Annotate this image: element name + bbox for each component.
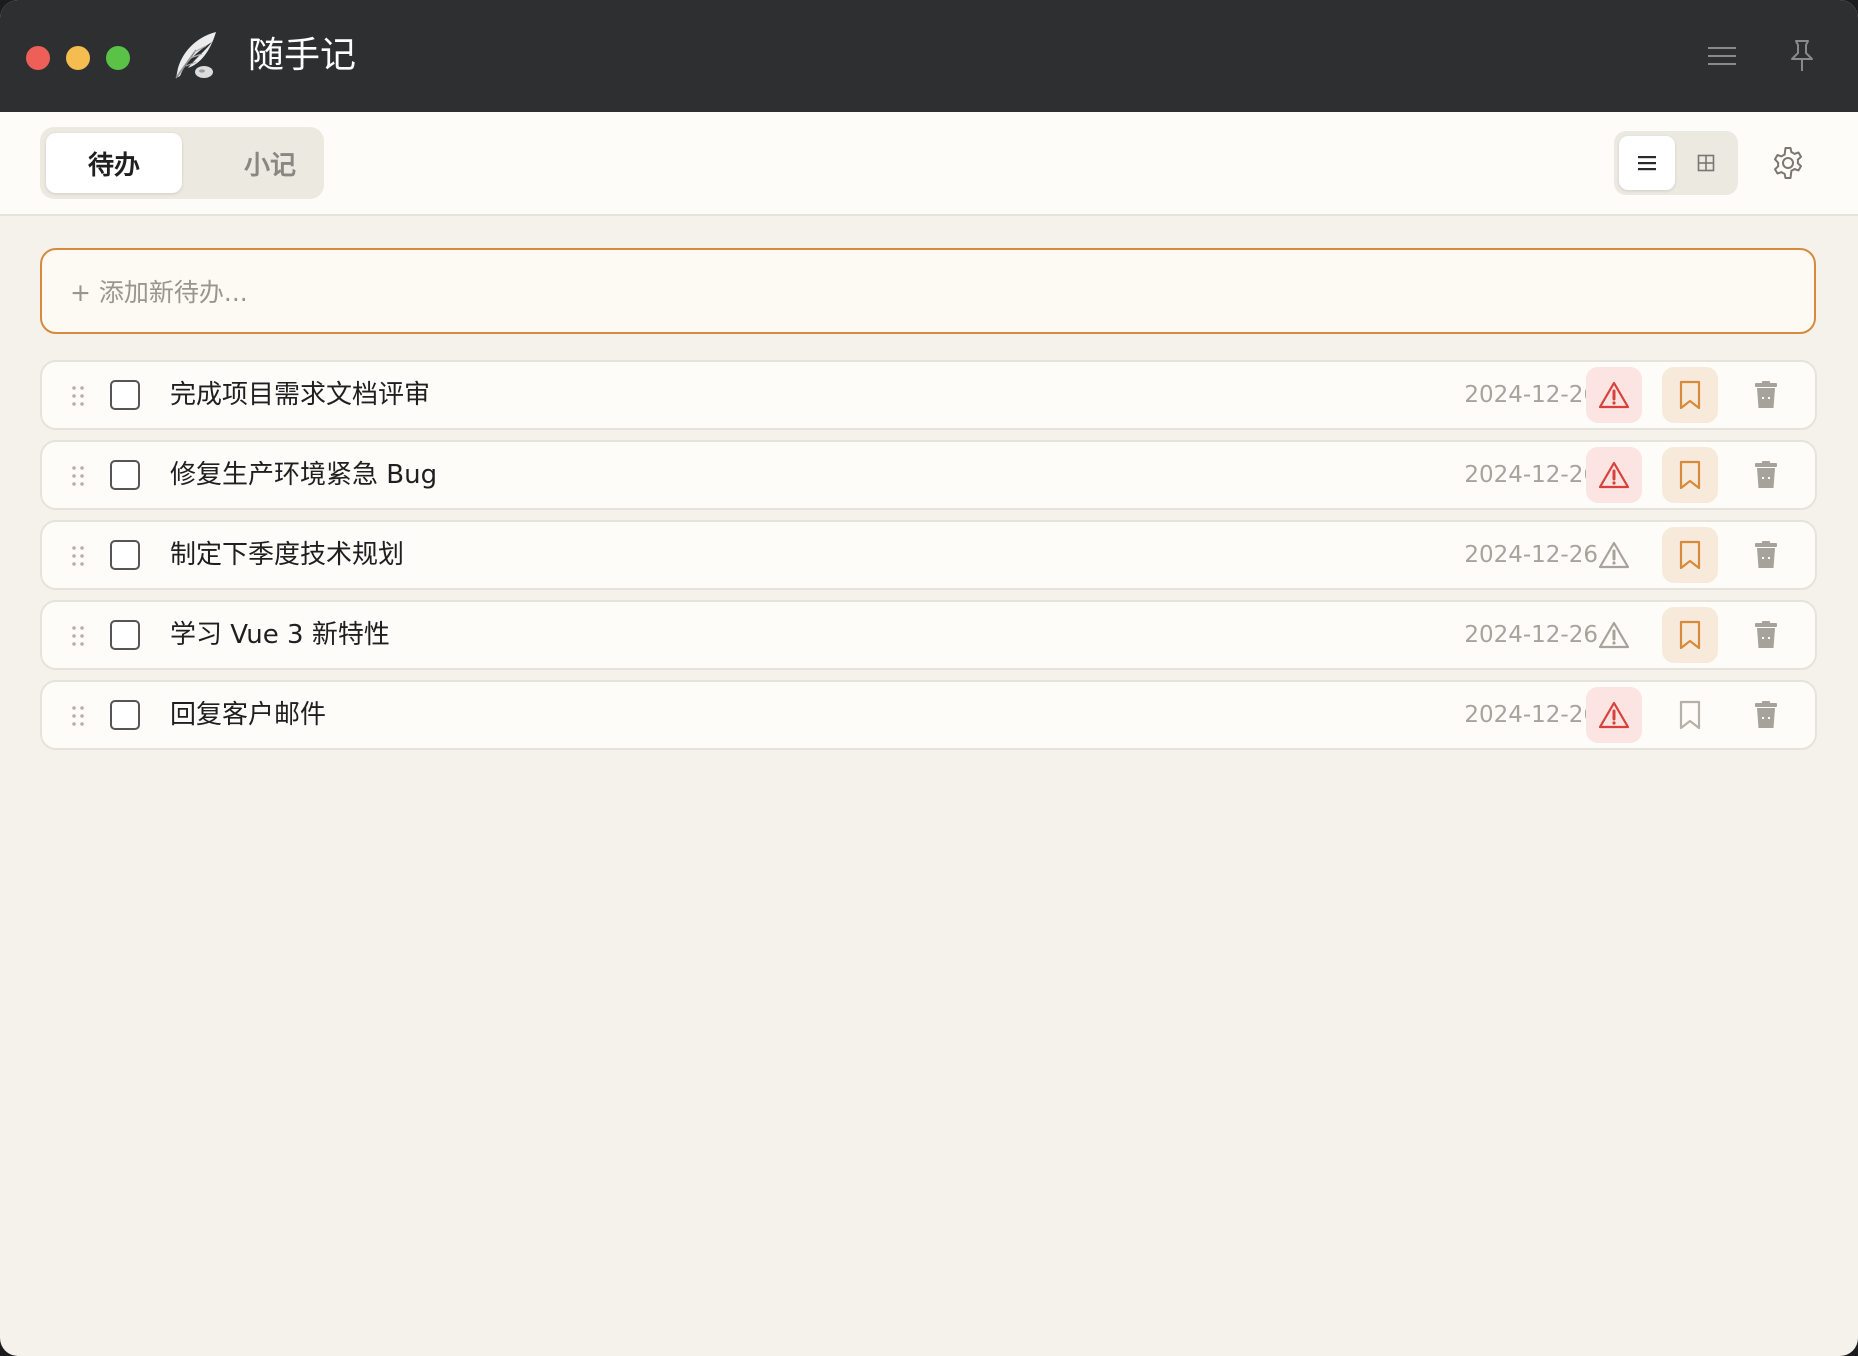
tab-notes[interactable]: 小记: [222, 133, 318, 193]
todo-date: 2024-12-26: [1464, 462, 1598, 488]
bookmark-icon: [1679, 460, 1701, 490]
todo-text: 学习 Vue 3 新特性: [170, 620, 390, 650]
toggle-bookmark-button[interactable]: [1662, 687, 1718, 743]
title-bar: 随手记: [0, 0, 1858, 113]
list-view-button[interactable]: [1619, 136, 1675, 190]
todo-text: 完成项目需求文档评审: [170, 380, 431, 410]
list-icon: [1638, 156, 1656, 171]
drag-handle-icon[interactable]: [68, 544, 88, 568]
zoom-window-button[interactable]: [106, 46, 130, 70]
todo-text: 制定下季度技术规划: [170, 540, 405, 570]
mode-segmented-control: 待办 小记: [40, 127, 324, 199]
todo-row: 完成项目需求文档评审 2024-12-26: [40, 360, 1817, 430]
add-todo-input[interactable]: [68, 250, 1792, 334]
todo-text: 修复生产环境紧急 Bug: [170, 460, 438, 490]
delete-todo-button[interactable]: [1738, 687, 1794, 743]
todo-row: 制定下季度技术规划 2024-12-26: [40, 520, 1817, 590]
delete-todo-button[interactable]: [1738, 447, 1794, 503]
drag-handle-icon[interactable]: [68, 704, 88, 728]
toolbar: 待办 小记: [0, 112, 1858, 216]
todo-row: 回复客户邮件 2024-12-26: [40, 680, 1817, 750]
warning-icon: [1598, 461, 1630, 489]
view-toggle: [1614, 131, 1738, 195]
toggle-urgent-button[interactable]: [1586, 687, 1642, 743]
todo-checkbox[interactable]: [110, 460, 140, 490]
settings-button[interactable]: [1764, 139, 1812, 187]
trash-icon: [1755, 621, 1777, 648]
app-title: 随手记: [248, 35, 357, 76]
drag-handle-icon[interactable]: [68, 624, 88, 648]
bookmark-icon: [1679, 620, 1701, 650]
trash-icon: [1755, 541, 1777, 568]
warning-icon: [1598, 621, 1630, 649]
drag-handle-icon[interactable]: [68, 384, 88, 408]
todo-checkbox[interactable]: [110, 380, 140, 410]
delete-todo-button[interactable]: [1738, 607, 1794, 663]
warning-icon: [1598, 541, 1630, 569]
toggle-urgent-button[interactable]: [1586, 607, 1642, 663]
toggle-bookmark-button[interactable]: [1662, 367, 1718, 423]
toggle-urgent-button[interactable]: [1586, 527, 1642, 583]
hamburger-menu-icon: [1708, 47, 1736, 65]
menu-button[interactable]: [1700, 34, 1744, 78]
todo-checkbox[interactable]: [110, 700, 140, 730]
toggle-urgent-button[interactable]: [1586, 447, 1642, 503]
todo-row: 修复生产环境紧急 Bug 2024-12-26: [40, 440, 1817, 510]
app-window: 随手记 待办 小记 + 添加新待办... 完成项目需求文档评审 2024-12-…: [0, 0, 1858, 1356]
todo-text: 回复客户邮件: [170, 700, 327, 730]
bookmark-icon: [1679, 700, 1701, 730]
trash-icon: [1755, 701, 1777, 728]
todo-list: 完成项目需求文档评审 2024-12-26 修复生产环境紧急 Bug 2024-…: [40, 360, 1817, 760]
close-window-button[interactable]: [26, 46, 50, 70]
delete-todo-button[interactable]: [1738, 367, 1794, 423]
pin-window-button[interactable]: [1780, 34, 1824, 78]
toggle-urgent-button[interactable]: [1586, 367, 1642, 423]
trash-icon: [1755, 461, 1777, 488]
bookmark-icon: [1679, 380, 1701, 410]
minimize-window-button[interactable]: [66, 46, 90, 70]
warning-icon: [1598, 701, 1630, 729]
todo-date: 2024-12-26: [1464, 542, 1598, 568]
gear-icon: [1774, 147, 1802, 179]
bookmark-icon: [1679, 540, 1701, 570]
trash-icon: [1755, 381, 1777, 408]
drag-handle-icon[interactable]: [68, 464, 88, 488]
todo-date: 2024-12-26: [1464, 622, 1598, 648]
toggle-bookmark-button[interactable]: [1662, 607, 1718, 663]
toggle-bookmark-button[interactable]: [1662, 447, 1718, 503]
todo-date: 2024-12-26: [1464, 382, 1598, 408]
toggle-bookmark-button[interactable]: [1662, 527, 1718, 583]
feather-logo-icon: [175, 32, 216, 79]
pin-icon: [1791, 40, 1813, 71]
todo-checkbox[interactable]: [110, 620, 140, 650]
warning-icon: [1598, 381, 1630, 409]
tab-todo[interactable]: 待办: [46, 133, 182, 193]
delete-todo-button[interactable]: [1738, 527, 1794, 583]
grid-icon: [1697, 154, 1715, 172]
grid-view-button[interactable]: [1678, 136, 1734, 190]
todo-row: 学习 Vue 3 新特性 2024-12-26: [40, 600, 1817, 670]
todo-date: 2024-12-26: [1464, 702, 1598, 728]
add-todo-box: [40, 248, 1816, 334]
todo-checkbox[interactable]: [110, 540, 140, 570]
